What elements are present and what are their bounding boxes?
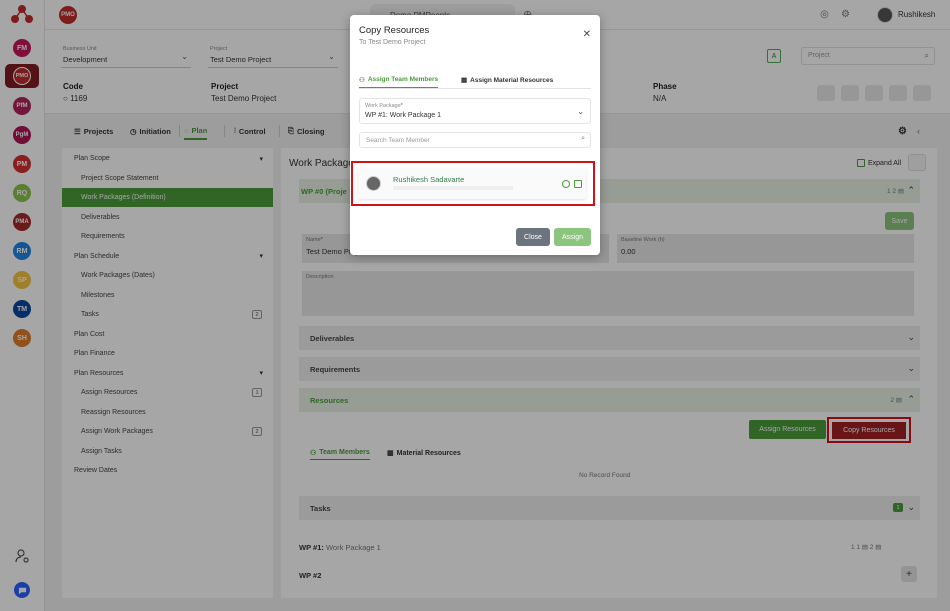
assign-material-resources-tab[interactable]: ▦ Assign Material Resources [461, 72, 553, 88]
modal-subtitle: To Test Demo Project [359, 39, 426, 46]
member-name: Rushikesh Sadavarte [393, 175, 465, 184]
search-team-member-input[interactable]: Search Team Member ⌕ [359, 132, 591, 148]
close-button[interactable]: Close [516, 228, 550, 246]
search-icon: ⌕ [581, 135, 585, 142]
copy-resources-modal: Copy Resources To Test Demo Project ✕ ⚇ A… [350, 15, 600, 255]
team-member-card[interactable]: Rushikesh Sadavarte [358, 168, 586, 199]
work-package-value: WP #1: Work Package 1 [365, 112, 441, 119]
team-icon: ⚇ [359, 76, 365, 84]
assign-team-members-tab[interactable]: ⚇ Assign Team Members [359, 72, 439, 88]
search-team-member-placeholder: Search Team Member [366, 137, 430, 144]
close-icon[interactable]: ✕ [583, 29, 591, 40]
work-package-label: Work Package [365, 103, 401, 109]
assign-button[interactable]: Assign [554, 228, 591, 246]
modal-title: Copy Resources [359, 25, 430, 36]
member-highlight: Rushikesh Sadavarte [351, 161, 595, 206]
clock-icon[interactable] [562, 180, 570, 188]
work-package-select[interactable]: Work Package* WP #1: Work Package 1 ⌄ [359, 98, 591, 124]
member-detail-line [393, 186, 513, 190]
member-avatar [366, 176, 381, 191]
chevron-down-icon: ⌄ [577, 107, 584, 116]
material-icon: ▦ [461, 77, 468, 84]
member-checkbox[interactable] [574, 180, 582, 188]
